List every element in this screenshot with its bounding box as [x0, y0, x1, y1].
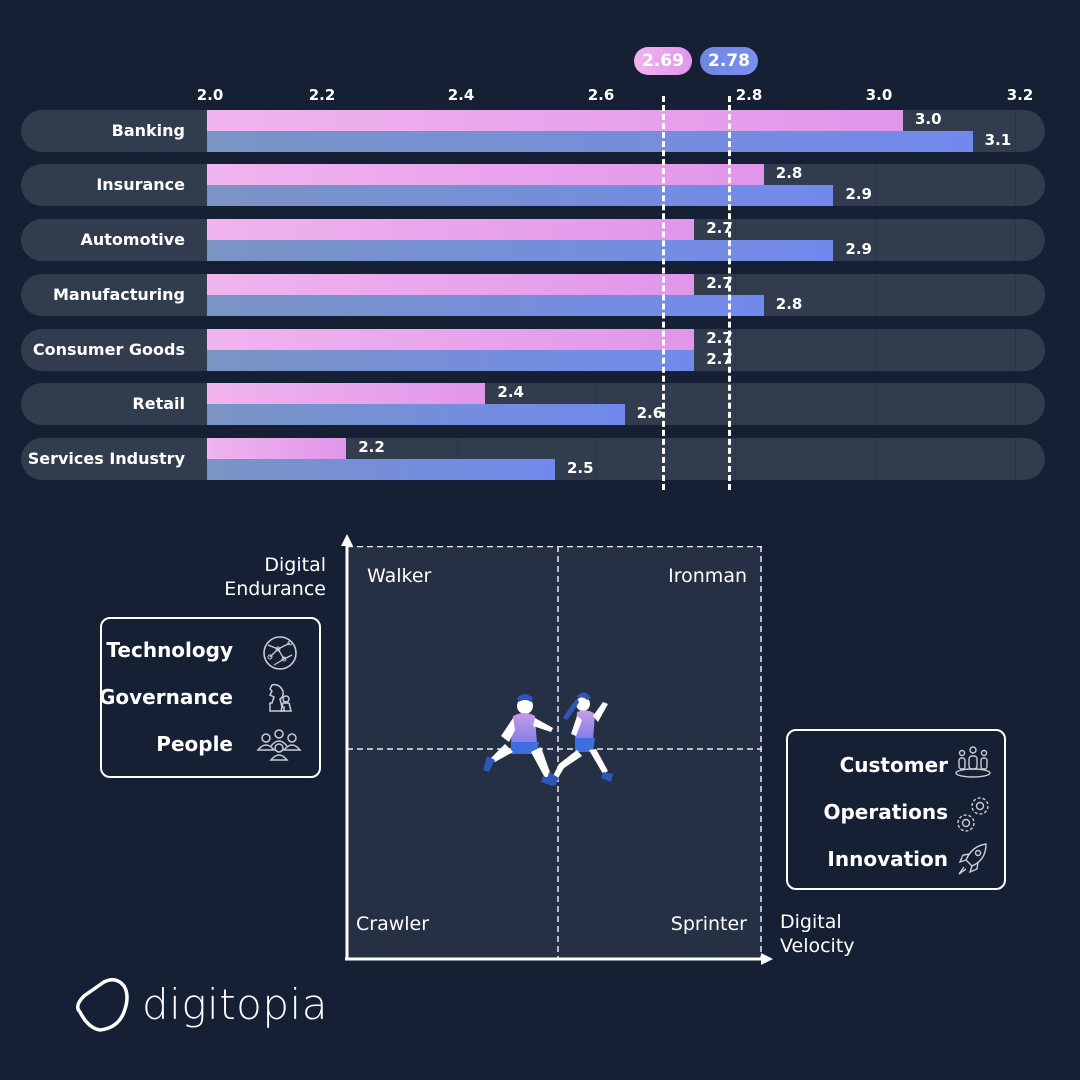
x-tick-label: 3.0 — [865, 86, 893, 104]
customers-icon — [955, 746, 991, 778]
x-tick-label: 2.8 — [735, 86, 763, 104]
gears-icon — [957, 797, 989, 832]
average-velocity-badge: 2.78 — [700, 47, 758, 75]
value-label-velocity: 2.9 — [845, 185, 872, 203]
x-tick-label: 2.6 — [587, 86, 615, 104]
legend-item-governance: Governance — [98, 685, 233, 709]
bar-row: Banking 3.0 3.1 — [21, 110, 1045, 152]
gridline — [1015, 219, 1016, 261]
x-axis-arrow-icon — [761, 953, 773, 965]
legend-item-innovation: Innovation — [827, 847, 948, 871]
average-endurance-line — [662, 96, 665, 490]
category-label: Consumer Goods — [32, 340, 185, 359]
bar-endurance — [207, 219, 695, 240]
gridline — [735, 438, 736, 480]
bar-velocity — [207, 131, 973, 152]
bar-row: Consumer Goods 2.7 2.7 — [21, 329, 1045, 371]
bar-row: Services Industry 2.2 2.5 — [21, 438, 1045, 480]
gridline — [875, 438, 876, 480]
x-tick-label: 2.0 — [196, 86, 224, 104]
x-tick-label: 2.4 — [447, 86, 475, 104]
chess-knight-icon — [268, 683, 292, 712]
bar-velocity — [207, 350, 695, 371]
legend-dimensions: Customer Operations Innovation — [786, 729, 1006, 890]
brand-name: digitopia — [142, 980, 328, 1029]
value-label-endurance: 2.4 — [497, 383, 524, 401]
gridline — [875, 274, 876, 316]
legend-item-customer: Customer — [839, 753, 948, 777]
gridline — [735, 383, 736, 425]
gridline — [1015, 329, 1016, 371]
bar-velocity — [207, 459, 555, 480]
value-label-velocity: 2.5 — [567, 459, 594, 477]
bar-velocity — [207, 404, 625, 425]
y-axis-label: Digital Endurance — [224, 554, 326, 600]
globe-network-icon — [263, 636, 297, 670]
category-label: Retail — [132, 394, 185, 413]
y-axis-arrow-icon — [341, 534, 353, 546]
x-axis-label: Digital Velocity — [780, 911, 855, 957]
bar-endurance — [207, 164, 764, 185]
bar-row: Insurance 2.8 2.9 — [21, 164, 1045, 206]
bar-row: Automotive 2.7 2.9 — [21, 219, 1045, 261]
value-label-endurance: 2.2 — [358, 438, 385, 456]
bar-endurance — [207, 274, 695, 295]
bar-endurance — [207, 110, 903, 131]
bar-row: Manufacturing 2.7 2.8 — [21, 274, 1045, 316]
bar-endurance — [207, 438, 347, 459]
bar-velocity — [207, 240, 834, 261]
gridline — [1015, 110, 1016, 152]
value-label-velocity: 3.1 — [984, 131, 1012, 149]
value-label-endurance: 2.8 — [775, 164, 803, 182]
matrix-axes — [341, 534, 773, 965]
bar-endurance — [207, 383, 486, 404]
category-label: Manufacturing — [53, 285, 185, 304]
category-label: Services Industry — [27, 449, 185, 468]
gridline — [596, 438, 597, 480]
average-velocity-line — [728, 96, 731, 490]
bar-endurance — [207, 329, 695, 350]
average-endurance-badge: 2.69 — [634, 47, 692, 75]
legend-item-technology: Technology — [106, 638, 233, 662]
value-label-endurance: 3.0 — [915, 110, 942, 128]
bar-velocity — [207, 185, 834, 206]
gridline — [875, 164, 876, 206]
value-label-velocity: 2.9 — [845, 240, 872, 258]
category-label: Banking — [111, 121, 185, 140]
value-label-velocity: 2.6 — [636, 404, 664, 422]
rocket-icon — [958, 843, 987, 875]
gridline — [1015, 438, 1016, 480]
legend-item-people: People — [156, 732, 233, 756]
gridline — [875, 383, 876, 425]
gridline — [875, 219, 876, 261]
legend-capabilities: Technology Governance People — [98, 617, 321, 778]
gridline — [735, 329, 736, 371]
x-tick-label: 3.2 — [1006, 86, 1034, 104]
gridline — [1015, 164, 1016, 206]
x-tick-label: 2.2 — [308, 86, 336, 104]
gridline — [1015, 383, 1016, 425]
bar-row: Retail 2.4 2.6 — [21, 383, 1045, 425]
value-label-velocity: 2.8 — [775, 295, 803, 313]
gridline — [875, 329, 876, 371]
category-label: Automotive — [80, 230, 186, 249]
gridline — [1015, 274, 1016, 316]
bar-velocity — [207, 295, 764, 316]
logo-shape-icon — [76, 978, 129, 1032]
category-label: Insurance — [96, 175, 185, 194]
people-group-icon — [256, 729, 302, 761]
legend-item-operations: Operations — [823, 800, 948, 824]
